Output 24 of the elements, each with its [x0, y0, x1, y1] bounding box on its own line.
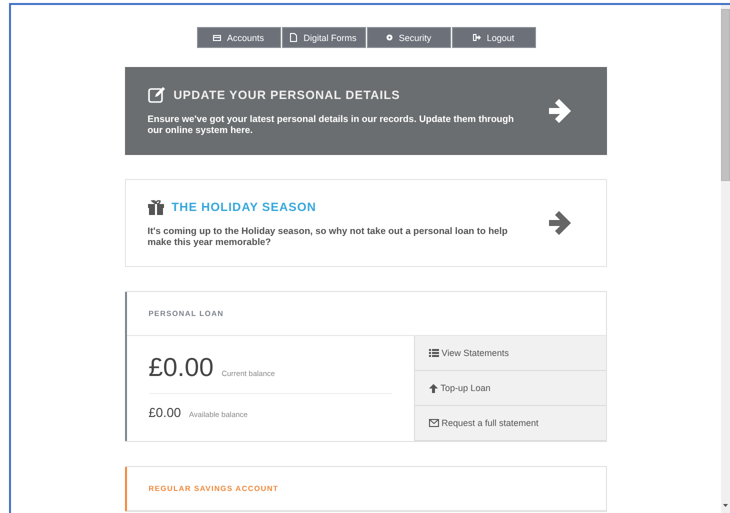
edit-icon — [148, 87, 166, 103]
account-action-link[interactable]: Request a full statement — [414, 406, 606, 441]
settings-icon — [386, 34, 393, 41]
account-action-link[interactable]: View Statements — [414, 336, 606, 371]
logout-icon — [472, 34, 481, 41]
gift-icon — [148, 200, 164, 214]
list-icon — [428, 349, 438, 357]
scroll-down-icon[interactable] — [721, 503, 730, 509]
nav-button[interactable]: Accounts — [196, 27, 280, 48]
document-icon — [290, 33, 298, 42]
up-arrow-icon — [428, 384, 438, 392]
banner-text: It's coming up to the Holiday season, so why not take out a personal loan to help make this year memorable? — [148, 224, 509, 246]
account-action-link[interactable]: Top-up Loan — [414, 371, 606, 406]
banner-text: Ensure we've got your latest personal details in our records. Update them through our online system here. — [148, 113, 515, 135]
scrollbar-thumb[interactable] — [721, 9, 730, 181]
nav-button[interactable]: Security — [366, 27, 450, 48]
nav-button[interactable]: Digital Forms — [282, 27, 366, 48]
nav-button[interactable]: Logout — [452, 27, 536, 48]
available-balance: £0.00 — [148, 405, 182, 420]
current-balance: £0.00 — [148, 352, 214, 383]
envelope-icon — [428, 419, 438, 427]
card-icon — [212, 34, 221, 40]
banner-title: UPDATE YOUR PERSONAL DETAILS — [174, 88, 400, 102]
banner-title: THE HOLIDAY SEASON — [172, 200, 316, 214]
